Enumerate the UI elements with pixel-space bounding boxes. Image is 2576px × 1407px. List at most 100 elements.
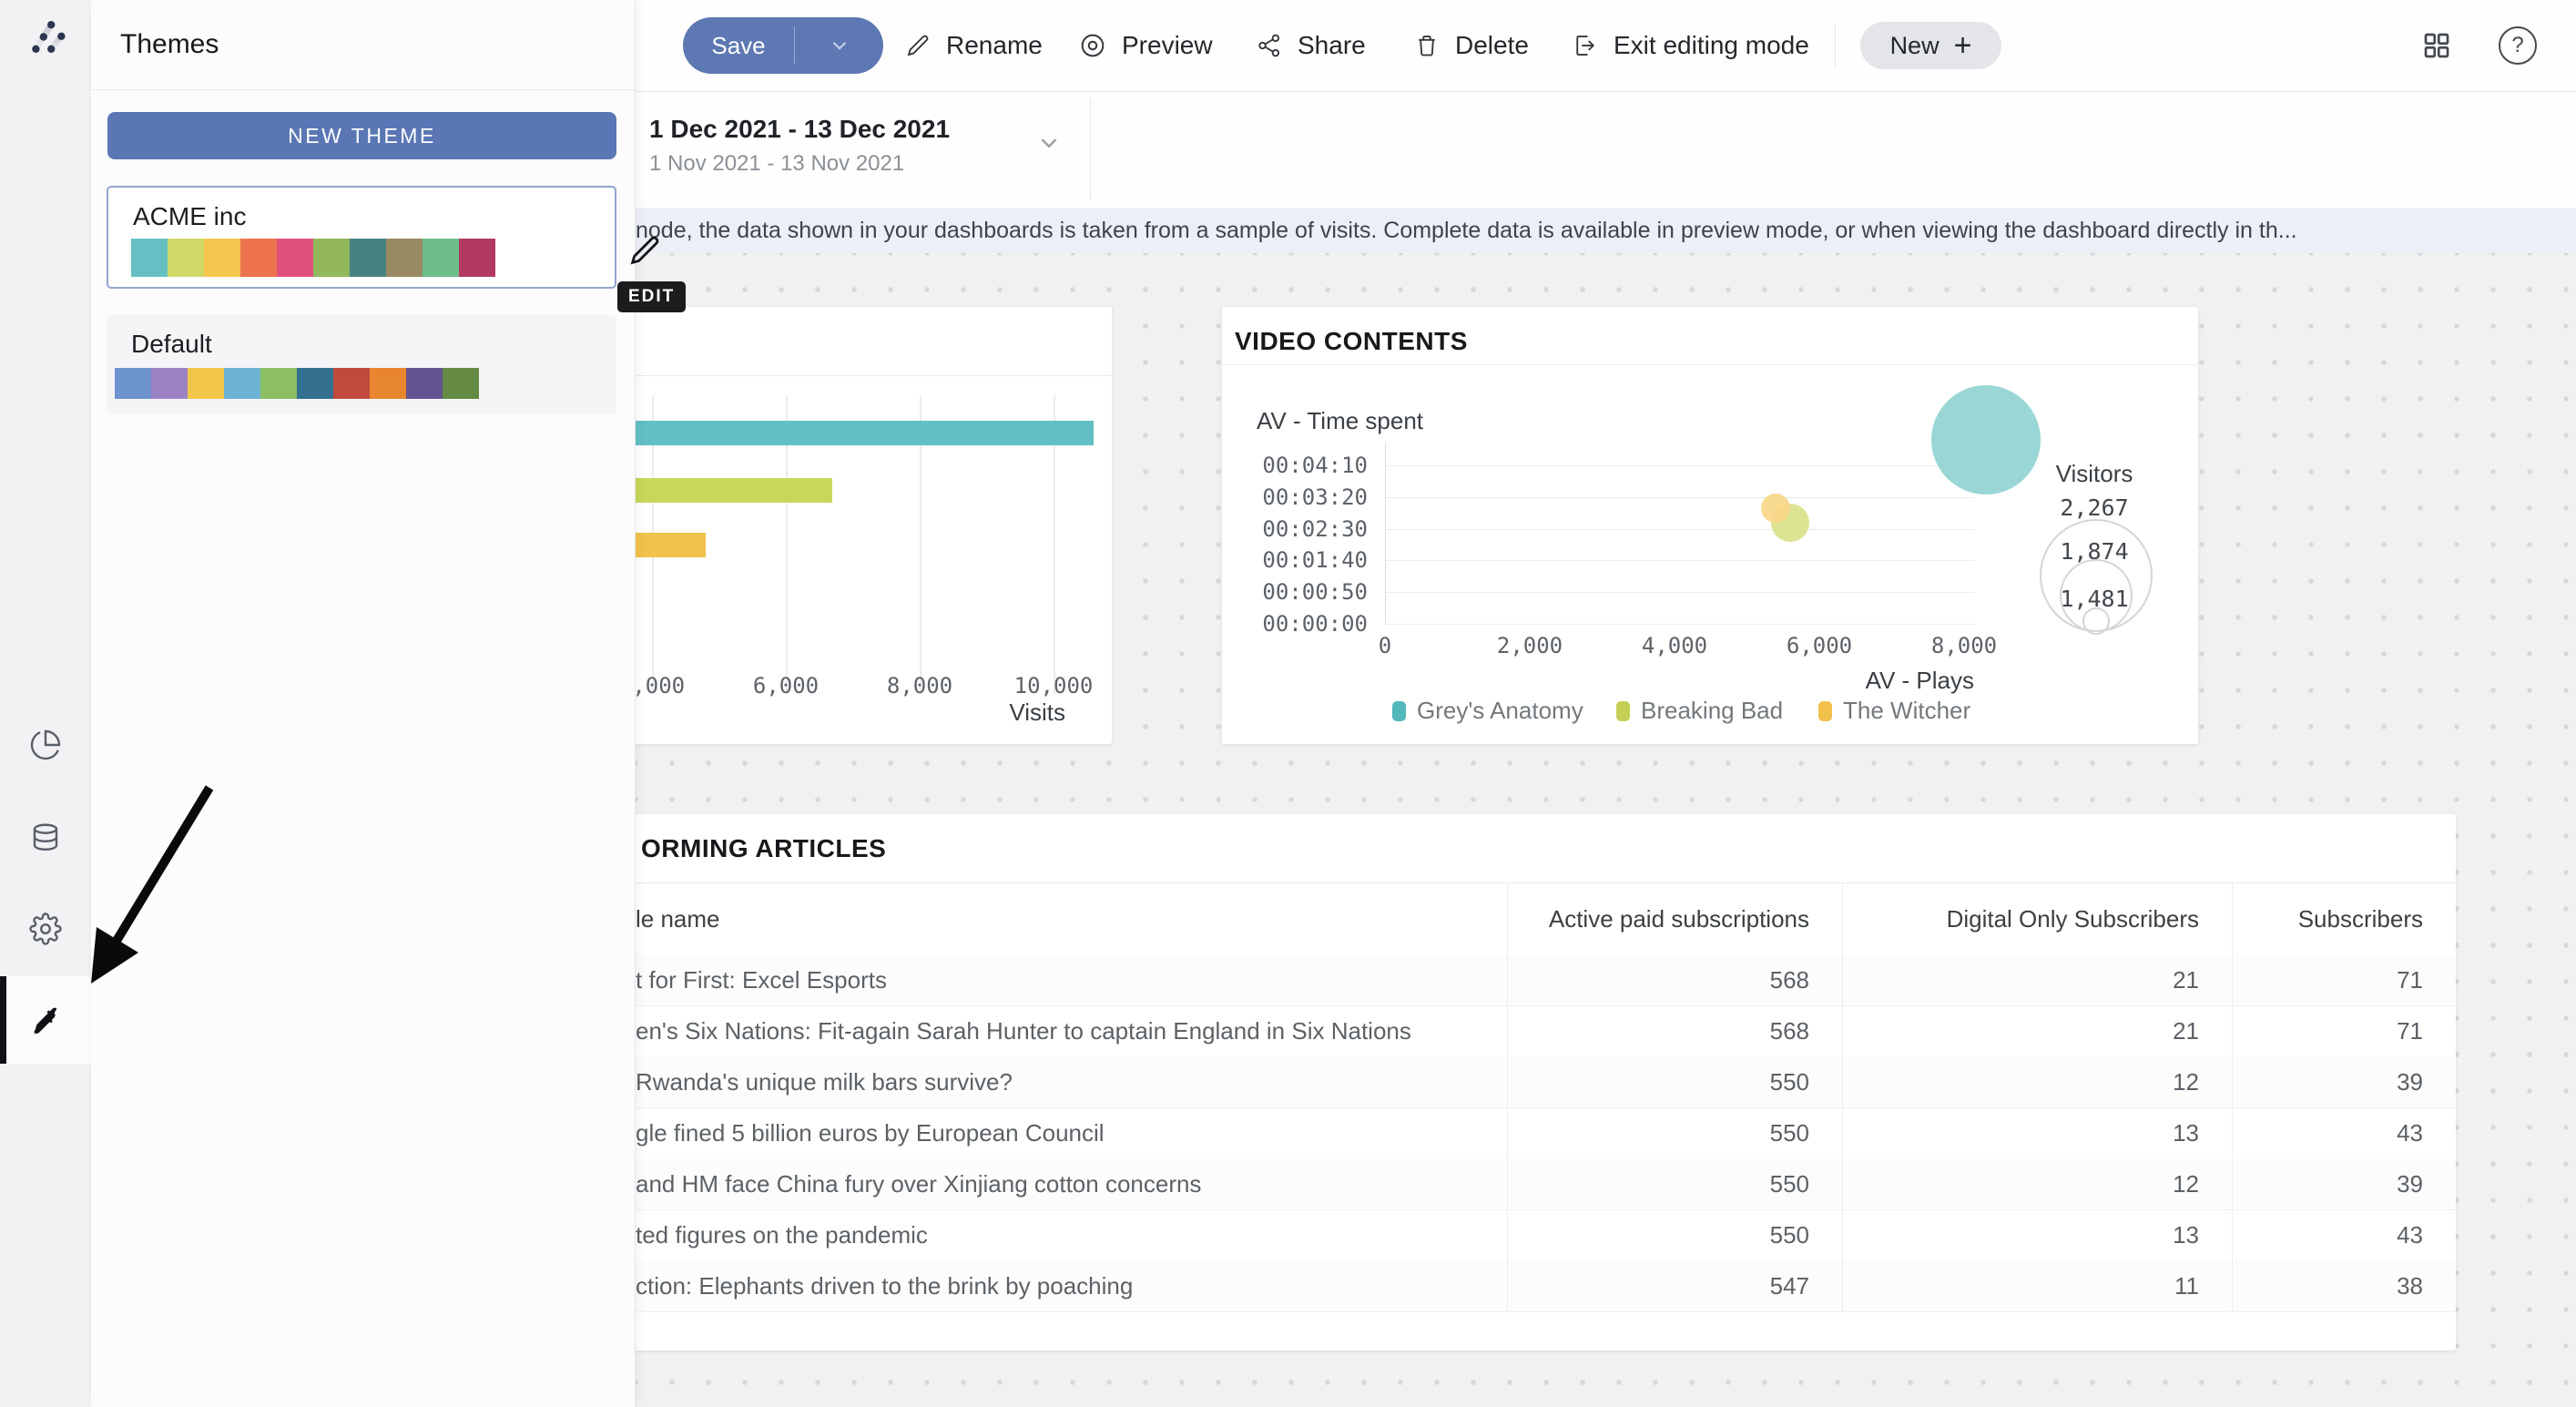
new-dashboard-button[interactable]: New + <box>1860 22 2001 69</box>
share-button[interactable]: Share <box>1256 0 1366 91</box>
edit-tooltip: EDIT <box>617 281 686 312</box>
legend-item: Grey's Anatomy <box>1392 697 1583 725</box>
table-number-cell: 12 <box>1842 1068 2232 1096</box>
theme-color-swatch <box>297 368 333 399</box>
apps-grid-button[interactable] <box>2420 0 2453 91</box>
bubble-y-tick-label: 00:01:40 <box>1222 547 1368 573</box>
app-root: { "toolbar": { "save_label": "Save", "re… <box>0 0 2576 1407</box>
legend-swatch <box>1616 701 1630 721</box>
save-options-dropdown[interactable] <box>795 17 883 74</box>
table-number-cell: 21 <box>1842 1017 2232 1045</box>
theme-color-swatch <box>260 368 297 399</box>
sidebar-item-themes[interactable] <box>0 976 91 1064</box>
bubble-x-tick-label: 8,000 <box>1931 633 1997 658</box>
table-article-name-cell: gle fined 5 billion euros by European Co… <box>628 1119 1507 1147</box>
save-button[interactable]: Save <box>683 17 883 74</box>
header-divider <box>1090 98 1091 200</box>
sampling-notice-text: node, the data shown in your dashboards … <box>636 218 2297 244</box>
sidebar-item-data[interactable] <box>0 794 91 882</box>
bubble-gridline <box>1385 529 1974 530</box>
table-row: en's Six Nations: Fit-again Sarah Hunter… <box>628 1005 2456 1057</box>
theme-color-swatch <box>406 368 443 399</box>
exit-label: Exit editing mode <box>1614 31 1809 60</box>
table-header-row: le nameActive paid subscriptionsDigital … <box>628 882 2456 956</box>
legend-item: The Witcher <box>1818 697 1970 725</box>
theme-color-swatch <box>131 239 168 277</box>
share-icon <box>1256 32 1283 59</box>
table-number-cell: 12 <box>1842 1170 2232 1198</box>
bar-x-tick-label: 10,000 <box>1014 673 1094 698</box>
legend-swatch <box>1392 701 1406 721</box>
table-number-cell: 38 <box>2232 1272 2456 1300</box>
chevron-down-icon <box>828 34 851 57</box>
bubble-y-axis-line <box>1385 444 1386 624</box>
delete-button[interactable]: Delete <box>1413 0 1529 91</box>
column-separator <box>1842 882 1843 1312</box>
bar-series-bar <box>628 533 706 557</box>
pencil-icon <box>904 32 932 59</box>
bar-x-axis-label: Visits <box>1009 698 1065 727</box>
table-number-cell: 71 <box>2232 966 2456 994</box>
rename-label: Rename <box>946 31 1043 60</box>
table-number-cell: 13 <box>1842 1221 2232 1249</box>
table-header-cell: Active paid subscriptions <box>1507 905 1842 933</box>
theme-color-swatch <box>313 239 350 277</box>
theme-color-swatch <box>204 239 240 277</box>
bubble-x-tick-label: 6,000 <box>1787 633 1852 658</box>
trash-icon <box>1413 32 1441 59</box>
exit-editing-mode-button[interactable]: Exit editing mode <box>1572 0 1809 91</box>
legend-label: Breaking Bad <box>1641 697 1783 725</box>
bubble-gridline <box>1385 497 1974 498</box>
table-number-cell: 568 <box>1507 966 1842 994</box>
edit-theme-button[interactable] <box>626 232 663 269</box>
table-article-name-cell: Rwanda's unique milk bars survive? <box>628 1068 1507 1096</box>
theme-swatch-row <box>115 368 479 399</box>
grid-icon <box>2420 29 2453 62</box>
bar-x-tick-label: 6,000 <box>753 673 819 698</box>
bubble-x-tick-label: 4,000 <box>1642 633 1707 658</box>
eyedropper-icon <box>30 1004 61 1035</box>
date-range-selector[interactable]: 1 Dec 2021 - 13 Dec 2021 1 Nov 2021 - 13… <box>635 91 1090 208</box>
theme-color-swatch <box>423 239 459 277</box>
theme-name: ACME inc <box>133 202 246 231</box>
exit-icon <box>1572 32 1599 59</box>
legend-label: Grey's Anatomy <box>1417 697 1583 725</box>
table-row: and HM face China fury over Xinjiang cot… <box>628 1158 2456 1210</box>
table-number-cell: 39 <box>2232 1170 2456 1198</box>
bubble-y-tick-label: 00:04:10 <box>1222 453 1368 478</box>
bubble-y-tick-label: 00:03:20 <box>1222 484 1368 510</box>
help-icon: ? <box>2499 26 2537 65</box>
column-separator <box>1507 882 1508 1312</box>
card-divider <box>628 375 1112 376</box>
app-sidebar <box>0 0 91 1407</box>
bubble-gridline <box>1385 592 1974 593</box>
save-button-label[interactable]: Save <box>683 17 794 74</box>
gear-icon <box>29 913 62 945</box>
column-separator <box>2232 882 2233 1312</box>
rename-button[interactable]: Rename <box>904 0 1043 91</box>
help-button[interactable]: ? <box>2499 0 2537 91</box>
table-number-cell: 13 <box>1842 1119 2232 1147</box>
bubble-gridline <box>1385 465 1974 466</box>
table-number-cell: 550 <box>1507 1221 1842 1249</box>
date-range-primary: 1 Dec 2021 - 13 Dec 2021 <box>649 115 950 144</box>
size-legend-value: 2,267 <box>2021 494 2167 521</box>
bar-x-tick-label: 8,000 <box>887 673 952 698</box>
bubble-y-tick-label: 00:00:50 <box>1222 579 1368 605</box>
table-number-cell: 568 <box>1507 1017 1842 1045</box>
new-theme-button[interactable]: NEW THEME <box>107 112 616 159</box>
share-label: Share <box>1298 31 1366 60</box>
card-divider <box>1222 364 2198 365</box>
database-icon <box>29 821 62 854</box>
preview-button[interactable]: Preview <box>1078 0 1213 91</box>
theme-card-default[interactable]: Default <box>107 315 616 414</box>
video-card-title: VIDEO CONTENTS <box>1235 327 1468 356</box>
theme-card-acme[interactable]: ACME inc <box>107 186 616 289</box>
theme-color-swatch <box>188 368 224 399</box>
table-header-cell: le name <box>628 905 1507 933</box>
theme-color-swatch <box>115 368 151 399</box>
sidebar-item-settings[interactable] <box>0 885 91 973</box>
sidebar-item-analytics[interactable] <box>0 701 91 789</box>
theme-color-swatch <box>277 239 313 277</box>
table-number-cell: 550 <box>1507 1170 1842 1198</box>
